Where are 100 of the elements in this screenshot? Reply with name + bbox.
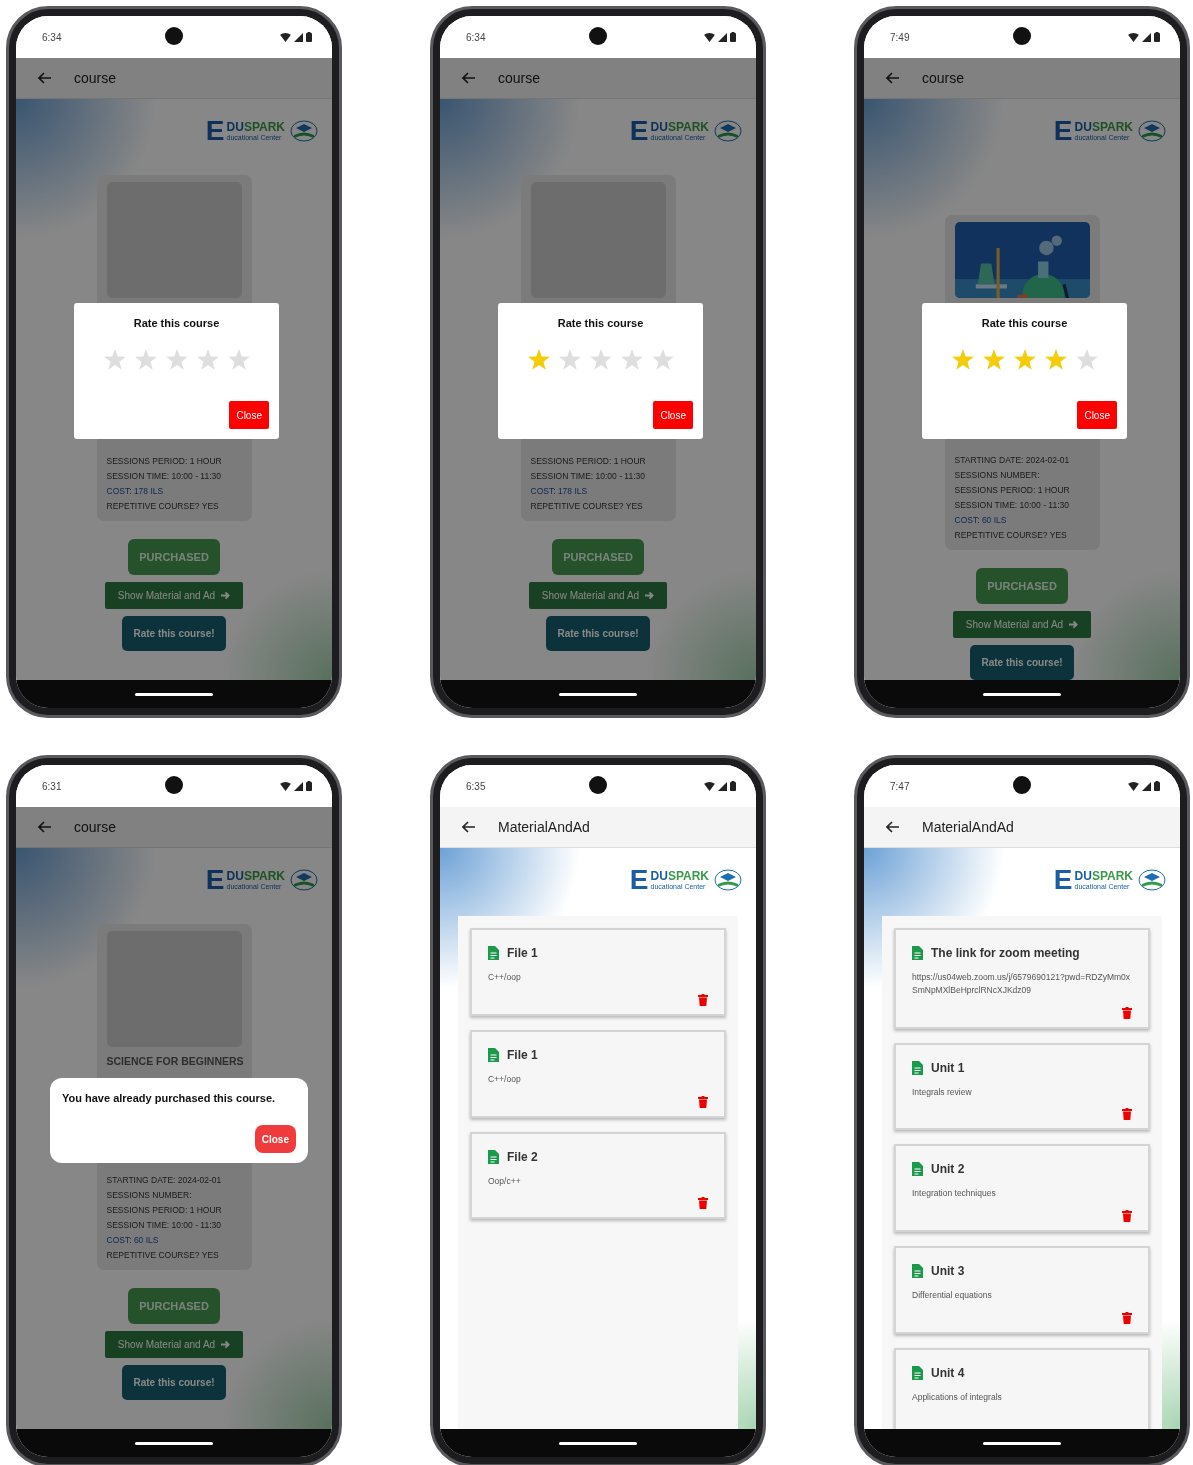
trash-icon[interactable] <box>1122 1311 1132 1324</box>
logo-name: DUSPARK <box>1074 120 1133 135</box>
back-icon[interactable] <box>886 821 900 833</box>
material-description: C++/oop <box>488 1072 522 1086</box>
back-icon[interactable] <box>462 821 476 833</box>
course-detail: SESSIONS PERIOD: 1 HOUR <box>106 456 223 466</box>
close-button[interactable]: Close <box>229 401 269 429</box>
document-icon <box>488 946 499 960</box>
material-description: Oop/c++ <box>488 1174 522 1188</box>
battery-icon <box>306 781 312 791</box>
material-card[interactable]: Unit 4 Applications of integrals <box>894 1347 1150 1429</box>
star-icon[interactable] <box>589 349 612 370</box>
material-card[interactable]: Unit 3 Differential equations <box>894 1246 1150 1334</box>
arrow-icon <box>221 591 231 600</box>
wifi-icon <box>280 781 291 791</box>
document-icon <box>912 946 923 960</box>
trash-icon[interactable] <box>1122 1108 1132 1121</box>
trash-icon[interactable] <box>1122 1210 1132 1222</box>
battery-icon <box>730 32 736 42</box>
star-icon[interactable] <box>1044 349 1067 370</box>
signal-icon <box>1142 32 1151 42</box>
material-title: Unit 2 <box>931 1162 965 1177</box>
show-material-button[interactable]: Show Material and Ad <box>104 582 244 609</box>
home-indicator[interactable] <box>135 692 213 696</box>
material-card[interactable]: File 1 C++/oop <box>470 928 726 1016</box>
star-icon[interactable] <box>196 349 219 370</box>
home-indicator[interactable] <box>135 1441 213 1445</box>
material-title: File 1 <box>507 946 538 960</box>
screen-title: course <box>74 70 117 86</box>
camera-icon <box>165 776 183 794</box>
camera-icon <box>1013 27 1031 45</box>
graduation-cap-icon <box>290 120 318 142</box>
material-card[interactable]: Unit 2 Integration techniques <box>894 1144 1150 1232</box>
star-icon[interactable] <box>558 349 581 370</box>
close-button[interactable]: Close <box>1077 401 1117 429</box>
screen-title: MaterialAndAd <box>498 819 590 835</box>
document-icon <box>912 1264 923 1278</box>
star-icon[interactable] <box>227 349 250 370</box>
dialog-title: Rate this course <box>133 317 220 329</box>
material-title: File 2 <box>507 1149 538 1164</box>
star-icon[interactable] <box>165 349 188 370</box>
arrow-icon <box>1069 620 1079 629</box>
star-icon[interactable] <box>620 349 643 370</box>
star-icon[interactable] <box>951 349 974 370</box>
wifi-icon <box>1128 32 1139 42</box>
status-time: 6:34 <box>466 31 486 43</box>
show-material-button[interactable]: Show Material and Ad <box>104 1331 244 1358</box>
logo-letter: E <box>629 117 649 145</box>
material-description: https://us04web.zoom.us/j/6579690121?pwd=RDZyMm0xSmNpMXlBeHprclRNcXJKdz09 <box>912 971 1132 997</box>
star-icon[interactable] <box>1075 349 1098 370</box>
home-indicator[interactable] <box>983 692 1061 696</box>
star-icon[interactable] <box>982 349 1005 370</box>
show-material-button[interactable]: Show Material and Ad <box>952 611 1092 638</box>
material-title: The link for zoom meeting <box>931 946 1080 960</box>
material-card[interactable]: The link for zoom meeting https://us04web.zoom.us/j/6579690121?pwd=RDZyMm0xSmNpMXlBeHprclRNcXJKdz09 <box>894 928 1150 1029</box>
rate-course-button[interactable]: Rate this course! <box>122 616 226 651</box>
purchased-button[interactable]: PURCHASED <box>128 539 220 575</box>
purchased-button[interactable]: PURCHASED <box>128 1288 220 1324</box>
rate-course-button[interactable]: Rate this course! <box>122 1365 226 1400</box>
purchased-button[interactable]: PURCHASED <box>552 539 644 575</box>
course-detail: STARTING DATE: 2024-02-01 <box>954 455 1071 465</box>
material-card[interactable]: File 1 C++/oop <box>470 1029 726 1118</box>
wifi-icon <box>704 32 715 42</box>
material-description: Applications of integrals <box>912 1390 1003 1404</box>
trash-icon[interactable] <box>698 1095 708 1108</box>
show-material-button[interactable]: Show Material and Ad <box>528 582 668 609</box>
close-button[interactable]: Close <box>254 1125 296 1153</box>
camera-icon <box>1013 776 1031 794</box>
material-title: File 1 <box>507 1047 538 1062</box>
trash-icon[interactable] <box>1122 1006 1132 1019</box>
document-icon <box>912 1060 923 1075</box>
close-button[interactable]: Close <box>653 401 693 429</box>
graduation-cap-icon <box>714 120 742 142</box>
star-icon[interactable] <box>134 349 157 370</box>
star-icon[interactable] <box>527 349 550 370</box>
course-detail: SESSIONS PERIOD: 1 HOUR <box>954 485 1071 495</box>
home-indicator[interactable] <box>559 1441 637 1445</box>
purchased-button[interactable]: PURCHASED <box>976 568 1068 604</box>
course-detail: SESSION TIME: 10:00 - 11:30 <box>954 500 1070 510</box>
logo-letter: E <box>1053 117 1073 145</box>
signal-icon <box>718 781 727 791</box>
document-icon <box>912 1365 923 1380</box>
trash-icon[interactable] <box>698 1197 708 1210</box>
logo-letter: E <box>205 866 225 894</box>
material-card[interactable]: Unit 1 Integrals review <box>894 1042 1150 1131</box>
signal-icon <box>718 32 727 42</box>
star-icon[interactable] <box>103 349 126 370</box>
rate-course-button[interactable]: Rate this course! <box>970 645 1074 680</box>
home-indicator[interactable] <box>559 692 637 696</box>
course-detail: REPETITIVE COURSE? YES <box>530 501 644 511</box>
course-detail: REPETITIVE COURSE? YES <box>954 530 1068 540</box>
material-description: C++/oop <box>488 971 522 984</box>
rate-course-button[interactable]: Rate this course! <box>546 616 650 651</box>
material-card[interactable]: File 2 Oop/c++ <box>470 1131 726 1220</box>
trash-icon[interactable] <box>698 993 708 1006</box>
home-indicator[interactable] <box>983 1441 1061 1445</box>
material-title: Unit 3 <box>931 1264 965 1278</box>
star-icon[interactable] <box>651 349 674 370</box>
star-icon[interactable] <box>1013 349 1036 370</box>
battery-icon <box>730 781 736 791</box>
